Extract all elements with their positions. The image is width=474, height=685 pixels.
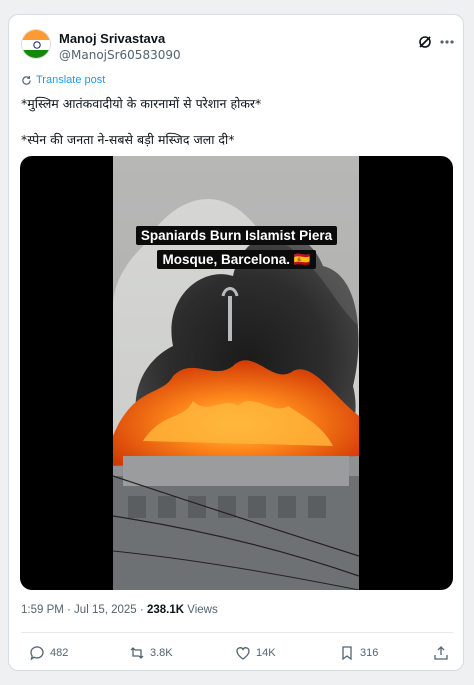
india-flag-icon	[22, 30, 50, 58]
video-frame	[113, 156, 359, 590]
reply-count: 482	[50, 647, 69, 659]
action-bar: 482 3.8K 14K 316	[21, 642, 453, 664]
timestamp[interactable]: 1:59 PM · Jul 15, 2025 ·	[21, 604, 147, 616]
grok-button[interactable]	[417, 34, 433, 50]
grok-icon	[419, 36, 431, 48]
views-label: Views	[184, 604, 218, 616]
more-button[interactable]	[437, 32, 457, 52]
like-button[interactable]: 14K	[235, 642, 276, 664]
author-handle[interactable]: @ManojSr60583090	[59, 48, 181, 62]
tweet-card: Manoj Srivastava @ManojSr60583090 Transl…	[8, 14, 464, 671]
reply-icon	[30, 646, 44, 661]
more-icon	[440, 40, 454, 44]
like-count: 14K	[256, 647, 276, 659]
video-caption-line2: Mosque, Barcelona. 🇪🇸	[157, 250, 316, 269]
avatar[interactable]	[21, 29, 51, 59]
video-player[interactable]: Spaniards Burn Islamist Piera Mosque, Ba…	[20, 156, 453, 590]
video-caption: Spaniards Burn Islamist Piera Mosque, Ba…	[20, 224, 453, 272]
post-text-line2: *स्पेन की जनता ने-सबसे बड़ी मस्जिद जला द…	[21, 132, 235, 147]
translate-label: Translate post	[36, 74, 106, 86]
post-meta: 1:59 PM · Jul 15, 2025 · 238.1K Views	[21, 604, 218, 616]
bookmark-count: 316	[360, 647, 379, 659]
repost-icon	[130, 647, 144, 659]
heart-icon	[236, 647, 250, 660]
divider	[21, 632, 453, 633]
video-caption-line1: Spaniards Burn Islamist Piera	[135, 226, 338, 245]
share-icon	[434, 646, 448, 660]
translate-link[interactable]: Translate post	[21, 74, 105, 86]
translate-icon	[22, 75, 31, 85]
post-text-line1: *मुस्लिम आतंकवादीयो के कारनामों से परेशा…	[21, 96, 262, 111]
views-count: 238.1K	[146, 604, 185, 616]
repost-button[interactable]: 3.8K	[129, 642, 173, 664]
share-button[interactable]	[433, 642, 449, 664]
bookmark-icon	[342, 646, 352, 661]
repost-count: 3.8K	[150, 647, 173, 659]
bookmark-button[interactable]: 316	[339, 642, 378, 664]
reply-button[interactable]: 482	[29, 642, 68, 664]
author-name[interactable]: Manoj Srivastava	[59, 31, 165, 46]
